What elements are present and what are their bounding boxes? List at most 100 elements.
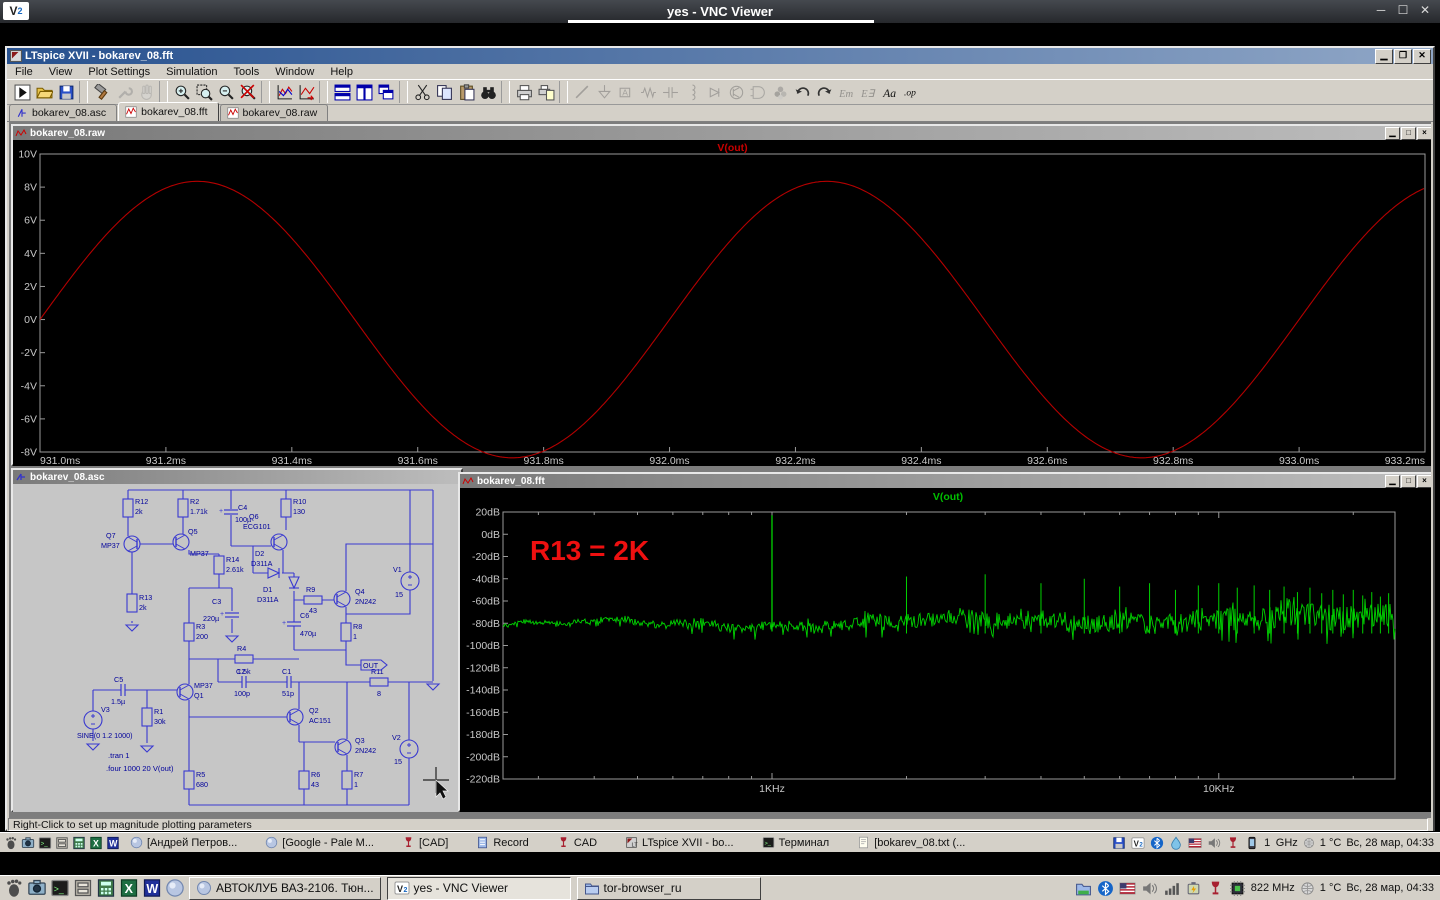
control-panel-button[interactable] (91, 81, 113, 103)
task-button[interactable]: АВТОКЛУБ ВАЗ-2106. Тюн... (189, 877, 381, 900)
launcher-calculator[interactable] (72, 836, 86, 850)
raw-titlebar[interactable]: bokarev_08.raw ▁ □ × (13, 126, 1431, 140)
minimize-icon[interactable]: ─ (1370, 3, 1392, 17)
menu-simulation[interactable]: Simulation (158, 66, 225, 78)
tray-wine-glass[interactable] (1207, 880, 1224, 897)
minimize-icon[interactable]: ▁ (1375, 49, 1393, 64)
task-button[interactable]: >_Терминал (756, 835, 836, 850)
task-button[interactable]: V2yes - VNC Viewer (387, 877, 571, 900)
tray-globe[interactable] (1303, 837, 1315, 849)
tray-chip[interactable] (1229, 880, 1246, 897)
launcher-gnome-foot[interactable] (4, 836, 18, 850)
tray-speaker[interactable] (1141, 880, 1158, 897)
launcher-excel[interactable]: X (89, 836, 103, 850)
close-icon[interactable]: × (1417, 475, 1431, 488)
run-button[interactable] (11, 81, 33, 103)
cut-button[interactable] (411, 81, 433, 103)
close-icon[interactable]: × (1417, 127, 1431, 140)
zoom-region-button[interactable] (193, 81, 215, 103)
launcher-palemoon[interactable] (165, 878, 185, 898)
launcher-file-manager[interactable] (73, 878, 93, 898)
tray-signal[interactable] (1163, 880, 1180, 897)
svg-text:W: W (146, 882, 158, 896)
launcher-word[interactable]: W (142, 878, 162, 898)
maximize-icon[interactable]: ☐ (1392, 3, 1414, 17)
task-button[interactable]: CAD (551, 835, 603, 850)
launcher-screenshot[interactable] (21, 836, 35, 850)
tray-phone[interactable] (1245, 836, 1259, 850)
autorange-button[interactable] (273, 81, 295, 103)
tile-vertical-button[interactable] (353, 81, 375, 103)
tray-bluetooth[interactable] (1150, 836, 1164, 850)
print-preview-button[interactable] (535, 81, 557, 103)
tab-bokarev_08.asc[interactable]: bokarev_08.asc (9, 104, 117, 121)
menu-window[interactable]: Window (267, 66, 322, 78)
launcher-word[interactable]: W (106, 836, 120, 850)
task-button[interactable]: Record (470, 835, 534, 850)
record-icon (476, 836, 489, 849)
tray-us-flag[interactable] (1119, 880, 1136, 897)
maximize-icon[interactable]: □ (1401, 475, 1416, 488)
tray-globe[interactable] (1300, 881, 1315, 896)
transient-plot[interactable]: V(out)10V8V6V4V2V0V-2V-4V-6V-8V931.0ms93… (13, 140, 1431, 464)
launcher-file-manager[interactable] (55, 836, 69, 850)
menu-file[interactable]: File (7, 66, 41, 78)
maximize-icon[interactable]: □ (1401, 127, 1416, 140)
menu-plot-settings[interactable]: Plot Settings (80, 66, 158, 78)
print-button[interactable] (513, 81, 535, 103)
task-button[interactable]: [CAD] (396, 835, 454, 850)
tray-power[interactable] (1185, 880, 1202, 897)
menubar: FileViewPlot SettingsSimulationToolsWind… (7, 64, 1433, 79)
cascade-button[interactable] (375, 81, 397, 103)
launcher-excel[interactable]: X (119, 878, 139, 898)
zoom-full-button[interactable] (237, 81, 259, 103)
tab-bokarev_08.raw[interactable]: bokarev_08.raw (220, 104, 329, 121)
text-tool-button[interactable]: Aa (879, 81, 901, 103)
plot-settings-button[interactable] (295, 81, 317, 103)
fft-titlebar[interactable]: bokarev_08.fft ▁ □ × (460, 474, 1431, 488)
tile-horizontal-button[interactable] (331, 81, 353, 103)
asc-titlebar[interactable]: bokarev_08.asc (13, 470, 461, 484)
task-button[interactable]: LTLTspice XVII - bo... (619, 835, 740, 850)
open-button[interactable] (33, 81, 55, 103)
close-icon[interactable]: ✕ (1414, 3, 1436, 17)
menu-tools[interactable]: Tools (226, 66, 268, 78)
task-button[interactable]: [Андрей Петров... (124, 835, 243, 850)
tray-wine-glass[interactable] (1226, 836, 1240, 850)
close-icon[interactable]: ✕ (1413, 49, 1431, 64)
menu-view[interactable]: View (41, 66, 81, 78)
tray-us-flag[interactable] (1188, 836, 1202, 850)
ltspice-titlebar[interactable]: LTspice XVII - bokarev_08.fft ▁ ❐ ✕ (7, 48, 1433, 64)
zoom-in-button[interactable] (171, 81, 193, 103)
spice-directive-button[interactable]: .op (901, 81, 923, 103)
minimize-icon[interactable]: ▁ (1385, 475, 1400, 488)
find-button[interactable] (477, 81, 499, 103)
schematic-canvas[interactable]: R122kR21.71k+C4100µR10130Q7MP37Q5MP37Q6E… (13, 484, 461, 810)
fft-plot[interactable]: V(out)20dB0dB-20dB-40dB-60dB-80dB-100dB-… (460, 488, 1431, 810)
minimize-icon[interactable]: ▁ (1385, 127, 1400, 140)
tray-droplet[interactable] (1169, 836, 1183, 850)
redo-button[interactable] (813, 81, 835, 103)
tray-vnc[interactable]: V2 (1131, 836, 1145, 850)
task-button[interactable]: [Google - Pale M... (259, 835, 380, 850)
launcher-calculator[interactable] (96, 878, 116, 898)
launcher-screenshot[interactable] (27, 878, 47, 898)
zoom-out-button[interactable] (215, 81, 237, 103)
task-button[interactable]: tor-browser_ru (577, 877, 761, 900)
restore-icon[interactable]: ❐ (1394, 49, 1412, 64)
tray-speaker[interactable] (1207, 836, 1221, 850)
tray-folder-dl[interactable] (1075, 880, 1092, 897)
tray-bluetooth[interactable] (1097, 880, 1114, 897)
launcher-terminal[interactable]: >_ (38, 836, 52, 850)
save-button[interactable] (55, 81, 77, 103)
launcher-terminal[interactable]: >_ (50, 878, 70, 898)
task-button[interactable]: [bokarev_08.txt (... (851, 835, 971, 850)
menu-help[interactable]: Help (322, 66, 361, 78)
paste-button[interactable] (455, 81, 477, 103)
launcher-gnome-foot[interactable] (4, 878, 24, 898)
tray-floppy[interactable] (1112, 836, 1126, 850)
tab-bokarev_08.fft[interactable]: bokarev_08.fft (118, 102, 218, 121)
copy-button[interactable] (433, 81, 455, 103)
svg-text:C1: C1 (282, 667, 291, 676)
undo-button[interactable] (791, 81, 813, 103)
